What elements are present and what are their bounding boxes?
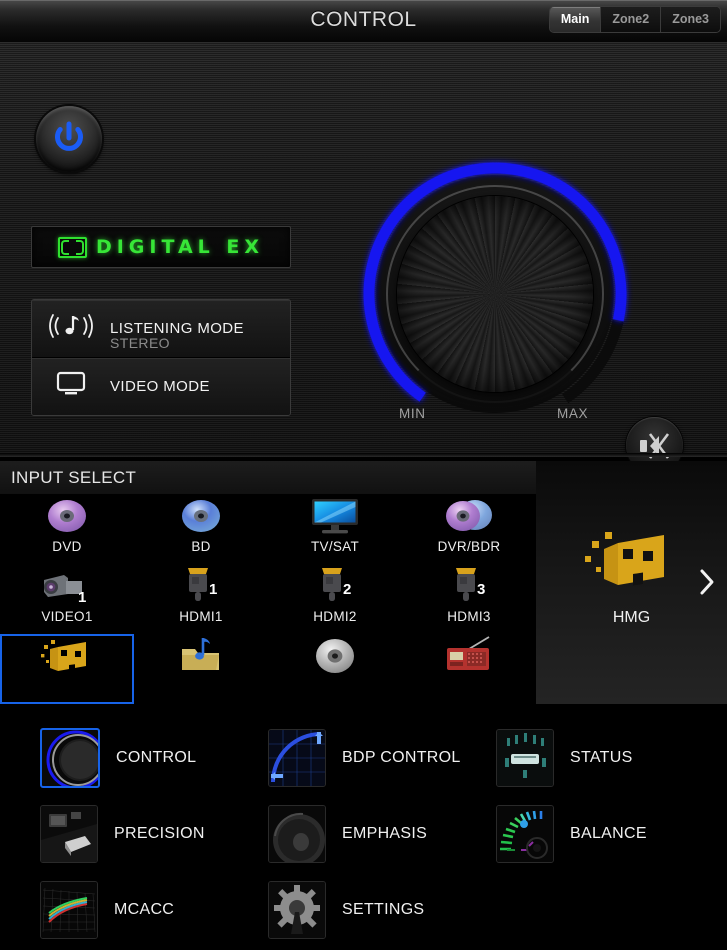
input-item-tuner[interactable] — [402, 634, 536, 704]
menu-item-status[interactable]: STATUS — [496, 720, 724, 796]
svg-text:3: 3 — [477, 581, 485, 598]
radio-tuner-icon — [441, 634, 497, 678]
volume-knob[interactable]: MIN MAX — [355, 154, 635, 434]
status-panel-icon — [496, 729, 554, 787]
mute-icon — [640, 433, 670, 459]
input-item-hdmi1[interactable]: 1 HDMI1 — [134, 564, 268, 634]
input-label-bd: BD — [191, 539, 211, 554]
control-panel: DIGITAL EX LISTENING MODE STEREO VIDEO M… — [0, 42, 727, 474]
hdmi-plug-3-icon: 3 — [445, 564, 493, 608]
hmg-panel[interactable]: HMG — [536, 461, 727, 704]
menu-item-precision[interactable]: PRECISION — [40, 796, 268, 872]
bd-disc-icon — [180, 494, 222, 538]
menu-item-emphasis[interactable]: EMPHASIS — [268, 796, 496, 872]
input-label-hdmi2: HDMI2 — [313, 609, 357, 624]
input-label-video1: VIDEO1 — [41, 609, 93, 624]
monitor-icon — [32, 370, 110, 403]
video-mode-label: VIDEO MODE — [110, 378, 210, 395]
input-label-hdmi3: HDMI3 — [447, 609, 491, 624]
receiver-control-app: CONTROL Main Zone2 Zone3 DIGITAL EX LIST… — [0, 0, 727, 950]
hmg-label: HMG — [612, 609, 651, 626]
dual-disc-icon — [444, 494, 494, 538]
chevron-right-icon[interactable] — [697, 567, 717, 602]
menu-item-mcacc[interactable]: MCACC — [40, 872, 268, 948]
zone-tab-main[interactable]: Main — [549, 7, 602, 32]
menu-label-bdp-control: BDP CONTROL — [342, 749, 461, 766]
volume-min-label: MIN — [399, 406, 426, 421]
video-mode-button[interactable]: VIDEO MODE — [32, 358, 290, 415]
bdp-arc-icon — [268, 729, 326, 787]
hmg-icon — [36, 634, 98, 678]
menu-label-precision: PRECISION — [114, 825, 205, 842]
input-select-grid: DVD BD TV/SAT DVR/BDR 1 VIDEO1 1 HDMI1 2… — [0, 494, 536, 704]
listening-mode-value: STEREO — [110, 335, 170, 351]
zone-selector[interactable]: Main Zone2 Zone3 — [548, 6, 721, 33]
input-item-music-server[interactable] — [134, 634, 268, 704]
input-item-dvrbdr[interactable]: DVR/BDR — [402, 494, 536, 564]
menu-item-settings[interactable]: SETTINGS — [268, 872, 496, 948]
input-label-tvsat: TV/SAT — [310, 539, 360, 554]
cd-disc-icon — [313, 634, 357, 678]
camcorder-1-icon: 1 — [38, 564, 96, 608]
front-panel-display: DIGITAL EX — [31, 226, 291, 268]
power-button[interactable] — [36, 106, 102, 172]
input-select-title: INPUT SELECT — [0, 461, 536, 494]
speaker-note-icon — [32, 313, 110, 344]
volume-knob-icon — [40, 728, 100, 788]
menu-item-bdp-control[interactable]: BDP CONTROL — [268, 720, 496, 796]
input-item-bd[interactable]: BD — [134, 494, 268, 564]
menu-label-balance: BALANCE — [570, 825, 647, 842]
menu-item-control[interactable]: CONTROL — [40, 720, 268, 796]
dvd-disc-icon — [46, 494, 88, 538]
svg-text:1: 1 — [78, 589, 86, 606]
display-text: DIGITAL EX — [95, 236, 265, 258]
listening-mode-button[interactable]: LISTENING MODE STEREO — [32, 300, 290, 358]
menu-label-mcacc: MCACC — [114, 901, 175, 918]
mcacc-grid-icon — [40, 881, 98, 939]
input-label-dvrbdr: DVR/BDR — [437, 539, 501, 554]
mode-button-group: LISTENING MODE STEREO VIDEO MODE — [31, 299, 291, 416]
hdmi-plug-1-icon: 1 — [177, 564, 225, 608]
television-icon — [309, 494, 361, 538]
input-select-section: INPUT SELECT DVD BD TV/SAT DVR/BDR 1 VID… — [0, 461, 536, 704]
bottom-menu: CONTROL BDP CONTROL STATUS PRECISION EMP… — [0, 704, 727, 950]
input-item-cd[interactable] — [268, 634, 402, 704]
woofer-icon — [268, 805, 326, 863]
zone-tab-zone3[interactable]: Zone3 — [661, 7, 720, 32]
menu-label-control: CONTROL — [116, 749, 197, 766]
balance-fan-icon — [496, 805, 554, 863]
input-item-dvd[interactable]: DVD — [0, 494, 134, 564]
hmg-icon-large — [580, 527, 684, 602]
zone-tab-zone2[interactable]: Zone2 — [601, 7, 662, 32]
input-item-hdmi3[interactable]: 3 HDMI3 — [402, 564, 536, 634]
menu-grid: CONTROL BDP CONTROL STATUS PRECISION EMP… — [0, 704, 727, 948]
menu-item-balance[interactable]: BALANCE — [496, 796, 724, 872]
input-item-hdmi2[interactable]: 2 HDMI2 — [268, 564, 402, 634]
input-item-hmg[interactable] — [0, 634, 134, 704]
volume-knob-face[interactable] — [386, 185, 604, 403]
input-label-dvd: DVD — [52, 539, 82, 554]
music-folder-icon — [177, 634, 225, 678]
menu-label-settings: SETTINGS — [342, 901, 425, 918]
input-label-hdmi1: HDMI1 — [179, 609, 223, 624]
menu-label-status: STATUS — [570, 749, 633, 766]
app-header: CONTROL Main Zone2 Zone3 — [0, 0, 727, 43]
svg-text:1: 1 — [209, 581, 217, 598]
input-item-video1[interactable]: 1 VIDEO1 — [0, 564, 134, 634]
precision-icon — [40, 805, 98, 863]
svg-text:2: 2 — [343, 581, 351, 598]
input-item-tvsat[interactable]: TV/SAT — [268, 494, 402, 564]
menu-label-emphasis: EMPHASIS — [342, 825, 428, 842]
dolby-logo-icon — [57, 236, 87, 258]
hdmi-plug-2-icon: 2 — [311, 564, 359, 608]
volume-max-label: MAX — [557, 406, 589, 421]
gear-icon — [268, 881, 326, 939]
power-icon — [55, 121, 83, 151]
